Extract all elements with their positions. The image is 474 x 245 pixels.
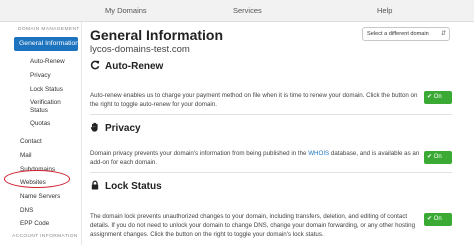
lock-status-description: The domain lock prevents unauthorized ch…	[90, 213, 416, 238]
sidebar-account-header: ACCOUNT INFORMATION	[12, 234, 78, 239]
sidebar-item-lock-status[interactable]: Lock Status	[30, 86, 63, 94]
check-icon: ✔	[427, 94, 433, 100]
sidebar-item-name-servers[interactable]: Name Servers	[20, 193, 60, 201]
main-content: General Information lycos-domains-test.c…	[82, 22, 474, 245]
auto-renew-toggle-label: On	[433, 94, 442, 100]
privacy-toggle[interactable]: ✔ On	[424, 151, 452, 164]
sidebar-item-contact[interactable]: Contact	[20, 138, 42, 146]
auto-renew-heading: Auto-Renew	[90, 60, 163, 72]
sidebar-section-header: DOMAIN MANAGEMENT	[18, 27, 80, 32]
lock-status-toggle[interactable]: ✔ On	[424, 213, 452, 226]
privacy-title: Privacy	[105, 123, 141, 134]
domain-select[interactable]: Select a different domain ⇵	[362, 27, 450, 41]
auto-renew-title: Auto-Renew	[105, 61, 164, 72]
nav-my-domains[interactable]: My Domains	[105, 6, 147, 15]
whois-link[interactable]: WHOIS	[308, 150, 329, 157]
check-icon: ✔	[427, 216, 433, 222]
refresh-icon	[90, 60, 102, 70]
sidebar-item-auto-renew[interactable]: Auto-Renew	[30, 58, 65, 66]
nav-help[interactable]: Help	[377, 6, 392, 15]
privacy-description: Domain privacy prevents your domain's in…	[90, 149, 420, 167]
lock-icon	[90, 180, 102, 190]
nav-services[interactable]: Services	[233, 6, 262, 15]
section-divider	[90, 114, 452, 115]
sidebar-item-privacy[interactable]: Privacy	[30, 72, 51, 80]
sidebar-item-verification-status[interactable]: Verification Status	[30, 99, 74, 115]
top-navigation: My Domains Services Help	[0, 0, 474, 22]
hand-stop-icon	[90, 122, 102, 132]
domain-name: lycos-domains-test.com	[90, 44, 190, 55]
domain-select-label: Select a different domain	[367, 31, 429, 37]
privacy-heading: Privacy	[90, 122, 141, 134]
lock-status-title: Lock Status	[105, 181, 162, 192]
section-divider	[90, 172, 452, 173]
lock-status-toggle-label: On	[433, 216, 442, 222]
privacy-description-text-before: Domain privacy prevents your domain's in…	[90, 150, 309, 157]
chevron-updown-icon: ⇵	[440, 31, 446, 37]
auto-renew-toggle[interactable]: ✔ On	[424, 91, 452, 104]
lock-status-heading: Lock Status	[90, 180, 162, 192]
sidebar-item-dns[interactable]: DNS	[20, 207, 33, 215]
annotation-circle	[4, 170, 70, 188]
auto-renew-description: Auto-renew enables us to charge your pay…	[90, 92, 418, 108]
page-title: General Information	[90, 27, 224, 43]
sidebar: DOMAIN MANAGEMENT General Information Au…	[0, 22, 82, 245]
check-icon: ✔	[427, 154, 433, 160]
sidebar-item-quotas[interactable]: Quotas	[30, 120, 50, 128]
sidebar-item-mail[interactable]: Mail	[20, 152, 32, 160]
privacy-toggle-label: On	[433, 154, 442, 160]
sidebar-item-epp-code[interactable]: EPP Code	[20, 220, 49, 228]
sidebar-item-general-information[interactable]: General Information	[14, 37, 79, 51]
